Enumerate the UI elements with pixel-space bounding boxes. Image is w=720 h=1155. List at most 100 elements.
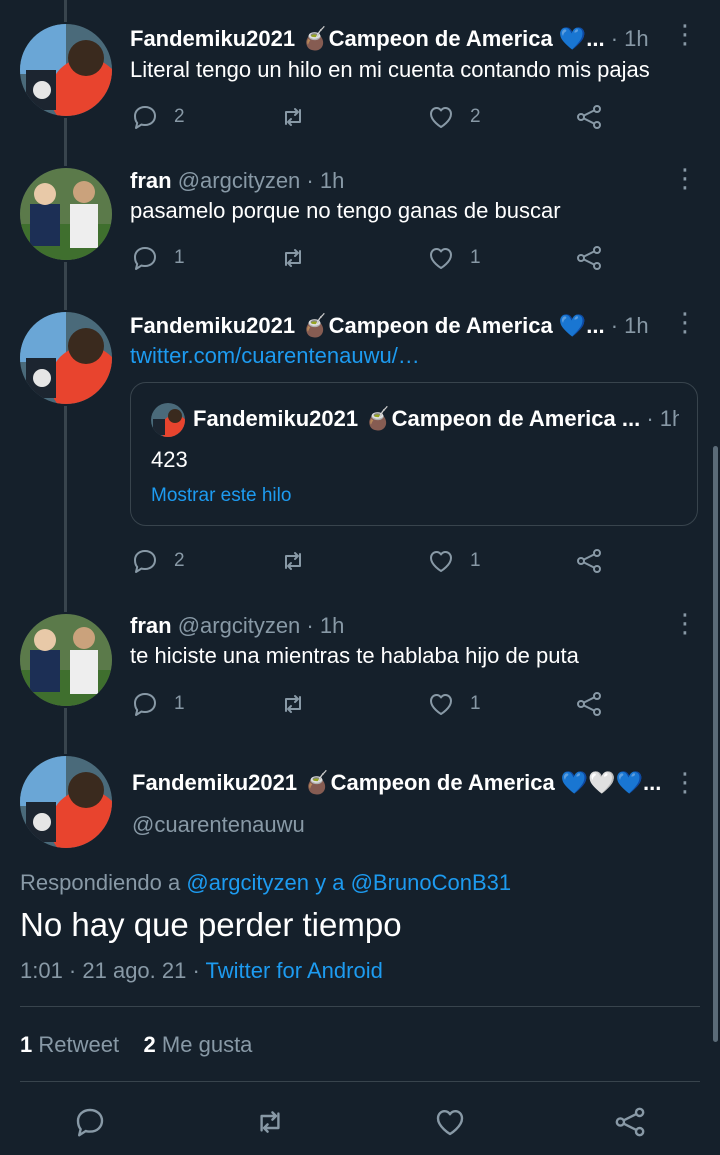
tweet-source[interactable]: Twitter for Android: [206, 958, 383, 983]
like-button[interactable]: [432, 1104, 472, 1144]
like-button[interactable]: 1: [426, 686, 481, 722]
tweet-time: · 1h: [610, 26, 649, 51]
share-button[interactable]: [574, 240, 604, 276]
reply-button[interactable]: [72, 1104, 112, 1144]
retweet-icon: [285, 108, 301, 126]
retweet-count: 1: [20, 1032, 33, 1057]
main-tweet-text: No hay que perder tiempo: [20, 906, 402, 943]
replying-and: y a: [315, 870, 345, 895]
reply-button[interactable]: 1: [130, 686, 185, 722]
share-icon: [577, 246, 601, 270]
like-count: 2: [143, 1032, 156, 1057]
retweet-button[interactable]: [252, 1104, 292, 1144]
reply-count: 1: [174, 247, 185, 268]
tweet-text: te hiciste una mientras te hablaba hijo …: [130, 643, 579, 668]
reply-button[interactable]: 2: [130, 543, 185, 579]
like-button[interactable]: 1: [426, 543, 481, 579]
tweet-time: · 1h: [306, 168, 345, 193]
divider: [20, 1006, 700, 1007]
like-count: 1: [470, 693, 481, 714]
author-name[interactable]: Fandemiku2021 🧉Campeon de America 💙...: [130, 313, 605, 338]
quoted-author-name: Fandemiku2021 🧉Campeon de America ...: [193, 406, 641, 431]
reply-button[interactable]: 1: [130, 240, 185, 276]
tweet-meta: 1:01 · 21 ago. 21 · Twitter for Android: [20, 958, 383, 984]
like-label: Me gusta: [161, 1032, 253, 1057]
share-button[interactable]: [574, 686, 604, 722]
more-vertical-icon[interactable]: ⋮: [672, 21, 698, 50]
retweet-button[interactable]: [278, 240, 308, 276]
more-vertical-icon[interactable]: ⋮: [672, 610, 698, 639]
heart-icon: [430, 551, 452, 572]
like-stat[interactable]: 2 Me gusta: [144, 1032, 253, 1057]
main-author-handle[interactable]: @cuarentenauwu: [132, 812, 305, 838]
heart-icon: [430, 694, 452, 715]
replying-user-link[interactable]: @BrunoConB31: [351, 870, 512, 895]
retweet-icon: [285, 552, 301, 570]
tweet[interactable]: Fandemiku2021 🧉Campeon de America 💙... ·…: [0, 0, 720, 150]
share-button[interactable]: [574, 543, 604, 579]
author-name[interactable]: fran: [130, 168, 172, 193]
retweet-label: Retweet: [38, 1032, 120, 1057]
tweet-link[interactable]: twitter.com/cuarentenauwu/…: [130, 342, 700, 370]
reply-button[interactable]: 2: [130, 99, 185, 135]
like-count: 1: [470, 550, 481, 571]
like-button[interactable]: 2: [426, 99, 481, 135]
avatar[interactable]: [20, 614, 112, 706]
share-button[interactable]: [574, 99, 604, 135]
share-icon: [577, 692, 601, 716]
reply-icon: [134, 247, 156, 270]
quoted-text: 423: [151, 447, 188, 472]
tweet-datetime: 1:01 · 21 ago. 21 ·: [20, 958, 200, 983]
author-handle[interactable]: @argcityzen: [178, 613, 301, 638]
reply-icon: [134, 550, 156, 573]
retweet-button[interactable]: [278, 99, 308, 135]
more-vertical-icon[interactable]: ⋮: [672, 309, 698, 338]
tweet-time: · 1h: [306, 613, 345, 638]
reply-icon: [134, 693, 156, 716]
avatar[interactable]: [20, 24, 112, 116]
tweet-text: Literal tengo un hilo en mi cuenta conta…: [130, 57, 650, 82]
like-count: 2: [470, 106, 481, 127]
retweet-icon: [260, 1111, 280, 1133]
author-name[interactable]: fran: [130, 613, 172, 638]
main-avatar[interactable]: [20, 756, 112, 848]
tweet-text: pasamelo porque no tengo ganas de buscar: [130, 198, 561, 223]
heart-icon: [430, 248, 452, 269]
quoted-tweet[interactable]: Fandemiku2021 🧉Campeon de America ... · …: [130, 382, 698, 526]
tweet-time: · 1h: [610, 313, 649, 338]
tweet[interactable]: fran @argcityzen · 1h ⋮ pasamelo porque …: [0, 150, 720, 294]
more-vertical-icon[interactable]: ⋮: [672, 165, 698, 194]
retweet-stat[interactable]: 1 Retweet: [20, 1032, 119, 1057]
like-button[interactable]: 1: [426, 240, 481, 276]
author-name[interactable]: Fandemiku2021 🧉Campeon de America 💙...: [130, 26, 605, 51]
replying-to: Respondiendo a @argcityzen y a @BrunoCon…: [20, 870, 511, 896]
replying-prefix: Respondiendo a: [20, 870, 181, 895]
share-icon: [577, 549, 601, 573]
tweet[interactable]: fran @argcityzen · 1h ⋮ te hiciste una m…: [0, 596, 720, 740]
like-count: 1: [470, 247, 481, 268]
quoted-time: · 1h: [646, 406, 679, 431]
share-icon: [615, 1107, 645, 1137]
share-icon: [577, 105, 601, 129]
reply-count: 1: [174, 693, 185, 714]
show-thread-link[interactable]: Mostrar este hilo: [151, 485, 291, 507]
reply-icon: [134, 106, 156, 129]
reply-count: 2: [174, 550, 185, 571]
tweet-stats: 1 Retweet 2 Me gusta: [20, 1032, 252, 1058]
retweet-button[interactable]: [278, 543, 308, 579]
replying-user-link[interactable]: @argcityzen: [186, 870, 309, 895]
reply-count: 2: [174, 106, 185, 127]
share-button[interactable]: [612, 1104, 652, 1144]
retweet-icon: [285, 695, 301, 713]
avatar[interactable]: [20, 312, 112, 404]
quoted-avatar: [151, 403, 185, 437]
author-handle[interactable]: @argcityzen: [178, 168, 301, 193]
retweet-icon: [285, 249, 301, 267]
main-author-name[interactable]: Fandemiku2021 🧉Campeon de America 💙🤍💙...: [132, 770, 662, 796]
main-action-bar: [0, 1100, 720, 1150]
tweet[interactable]: Fandemiku2021 🧉Campeon de America 💙... ·…: [0, 294, 720, 596]
more-vertical-icon[interactable]: ⋮: [672, 769, 698, 798]
scrollbar[interactable]: [713, 446, 718, 1042]
avatar[interactable]: [20, 168, 112, 260]
retweet-button[interactable]: [278, 686, 308, 722]
